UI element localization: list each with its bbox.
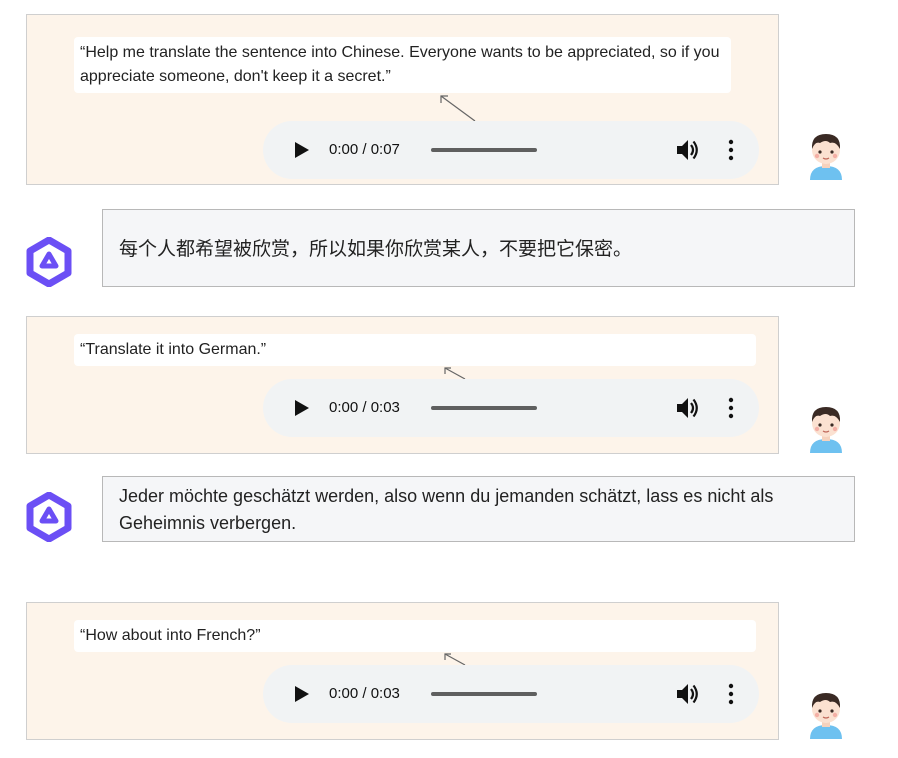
user-message-2: “Translate it into German.” 0:00 / 0:03 [26,316,779,454]
assistant-message-1: 每个人都希望被欣赏，所以如果你欣赏某人，不要把它保密。 [102,209,855,287]
user-transcript-3: “How about into French?” [74,620,756,652]
qwen-logo-icon [26,237,72,287]
volume-icon[interactable] [675,682,701,706]
play-icon[interactable] [291,398,311,418]
assistant-text-2: Jeder möchte geschätzt werden, also wenn… [119,486,774,533]
volume-icon[interactable] [675,138,701,162]
boy-avatar-icon [810,407,842,453]
audio-progress-track[interactable] [431,692,537,696]
more-vertical-icon[interactable] [723,396,739,420]
audio-player-1[interactable]: 0:00 / 0:07 [263,121,759,179]
pointer-arrow-icon [440,95,476,122]
user-transcript-1: “Help me translate the sentence into Chi… [74,37,731,93]
user-message-3: “How about into French?” 0:00 / 0:03 [26,602,779,740]
audio-time-display: 0:00 / 0:03 [329,685,400,702]
audio-progress-track[interactable] [431,406,537,410]
audio-progress-track[interactable] [431,148,537,152]
user-transcript-2: “Translate it into German.” [74,334,756,366]
audio-time-display: 0:00 / 0:07 [329,141,400,158]
volume-icon[interactable] [675,396,701,420]
assistant-message-2: Jeder möchte geschätzt werden, also wenn… [102,476,855,542]
boy-avatar-icon [810,693,842,739]
more-vertical-icon[interactable] [723,682,739,706]
qwen-logo-icon [26,492,72,542]
play-icon[interactable] [291,140,311,160]
play-icon[interactable] [291,684,311,704]
assistant-text-1: 每个人都希望被欣赏，所以如果你欣赏某人，不要把它保密。 [119,238,633,260]
user-message-1: “Help me translate the sentence into Chi… [26,14,779,185]
audio-time-display: 0:00 / 0:03 [329,399,400,416]
more-vertical-icon[interactable] [723,138,739,162]
boy-avatar-icon [810,134,842,180]
audio-player-2[interactable]: 0:00 / 0:03 [263,379,759,437]
audio-player-3[interactable]: 0:00 / 0:03 [263,665,759,723]
